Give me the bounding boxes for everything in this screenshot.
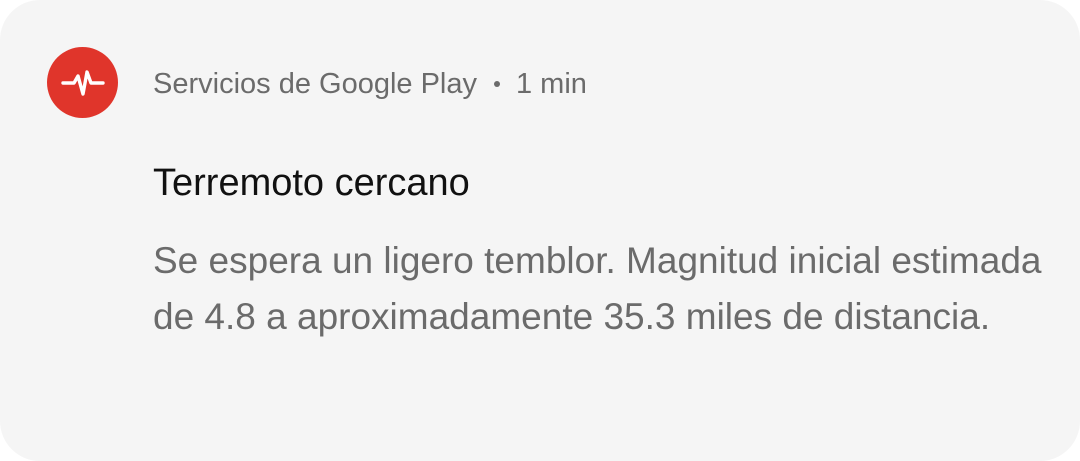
notification-card[interactable]: Servicios de Google Play 1 min Terremoto… bbox=[0, 0, 1080, 461]
notification-message: Se espera un ligero temblor. Magnitud in… bbox=[153, 240, 1042, 337]
notification-time: 1 min bbox=[516, 67, 587, 100]
earthquake-pulse-icon bbox=[47, 47, 118, 118]
notification-title: Terremoto cercano bbox=[153, 162, 470, 204]
separator-dot bbox=[494, 81, 500, 87]
notification-header: Servicios de Google Play 1 min bbox=[153, 64, 587, 104]
app-name: Servicios de Google Play bbox=[153, 67, 477, 100]
